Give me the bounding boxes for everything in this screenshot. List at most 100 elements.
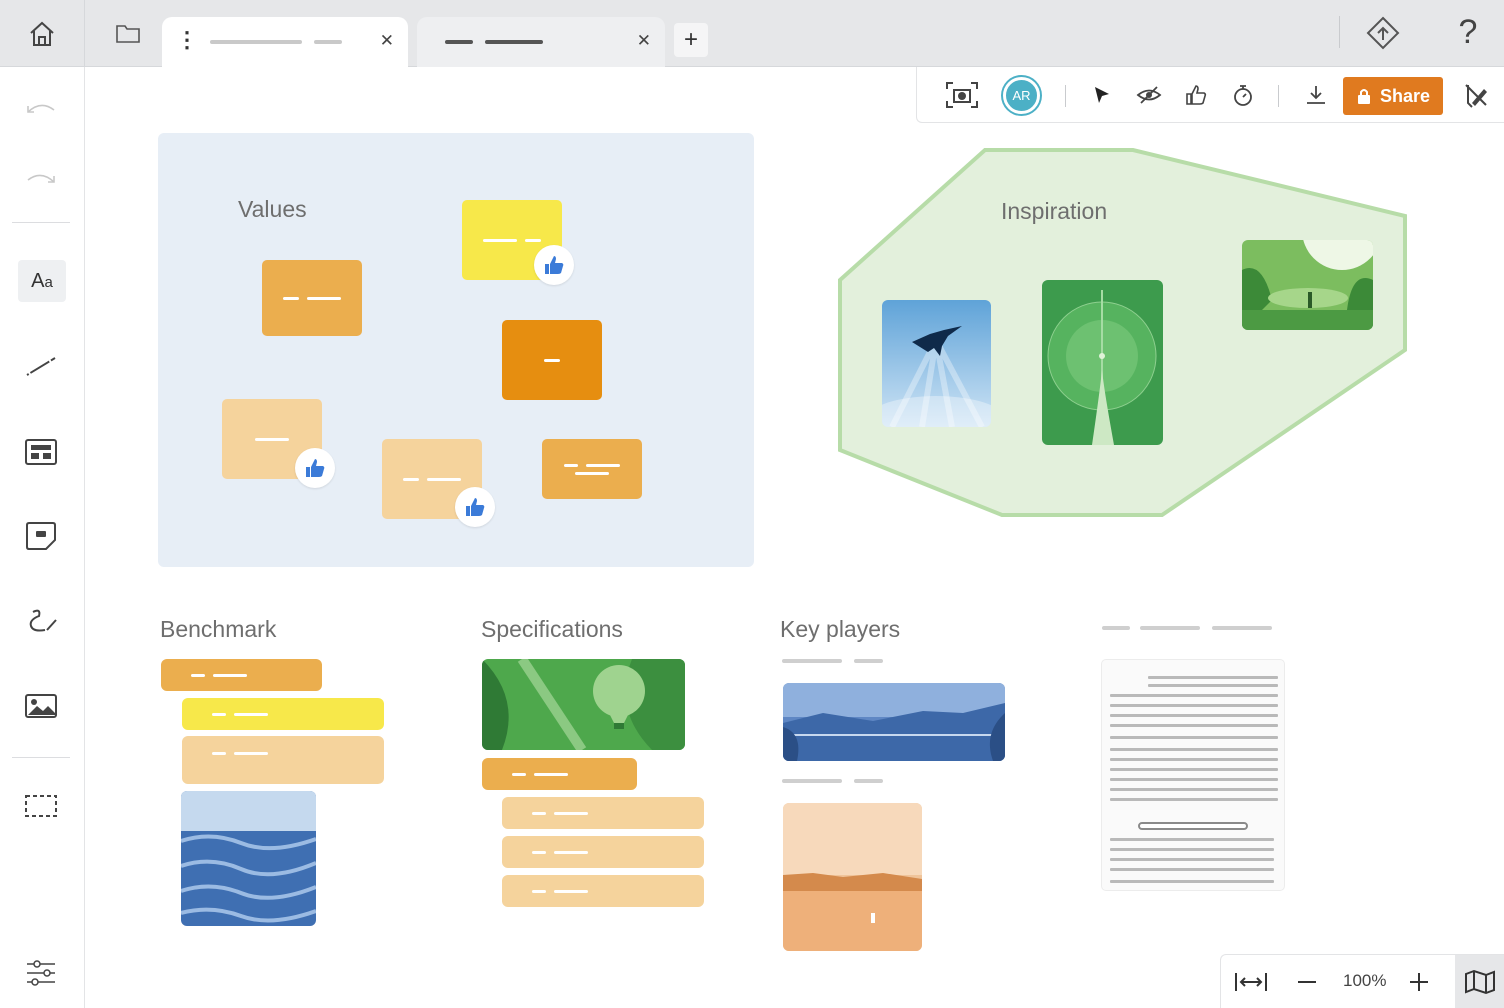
text-placeholder bbox=[1140, 626, 1200, 630]
settings-sliders-icon bbox=[27, 960, 55, 986]
screenshot-button[interactable] bbox=[944, 77, 980, 113]
divider bbox=[1278, 85, 1279, 107]
zoom-out-button[interactable] bbox=[1289, 964, 1325, 1000]
image-cliff-landscape[interactable] bbox=[1242, 240, 1373, 330]
zoom-in-button[interactable] bbox=[1401, 964, 1437, 1000]
divider bbox=[1065, 85, 1066, 107]
like-badge[interactable] bbox=[455, 487, 495, 527]
like-badge[interactable] bbox=[295, 448, 335, 488]
timer-button[interactable] bbox=[1225, 77, 1261, 113]
image-compass-tree[interactable] bbox=[1042, 280, 1163, 445]
zoom-bar: 100% bbox=[1220, 954, 1504, 1008]
benchmark-title: Benchmark bbox=[160, 616, 277, 642]
card-bar[interactable] bbox=[161, 659, 322, 691]
divider bbox=[12, 757, 70, 758]
left-toolbar: Aa bbox=[0, 67, 85, 1008]
like-badge[interactable] bbox=[534, 245, 574, 285]
text-placeholder bbox=[782, 779, 842, 783]
sticky-note-button[interactable] bbox=[14, 513, 68, 559]
tab-title-placeholder bbox=[485, 40, 543, 44]
card-bar[interactable] bbox=[502, 797, 704, 829]
tab-active[interactable]: ⋮ ✕ bbox=[162, 17, 408, 67]
thumbs-up-icon bbox=[545, 256, 564, 274]
tab-title-placeholder bbox=[445, 40, 473, 44]
image-hot-air-balloon[interactable] bbox=[482, 659, 685, 750]
divider bbox=[1339, 16, 1340, 48]
folder-button[interactable] bbox=[100, 14, 156, 52]
card-bar[interactable] bbox=[182, 698, 384, 730]
lock-icon bbox=[1357, 89, 1370, 104]
board-toolbar: AR Share bbox=[916, 67, 1504, 123]
pointer-icon bbox=[1095, 87, 1109, 103]
text-tool-button[interactable]: Aa bbox=[18, 260, 66, 302]
template-button[interactable] bbox=[14, 429, 68, 475]
text-tool-icon: Aa bbox=[31, 269, 53, 292]
redo-button[interactable] bbox=[14, 155, 68, 201]
image-skydiver[interactable] bbox=[882, 300, 991, 427]
fit-width-icon bbox=[1235, 973, 1267, 991]
timer-icon bbox=[1234, 85, 1252, 106]
home-button[interactable] bbox=[0, 0, 85, 67]
share-button[interactable]: Share bbox=[1343, 77, 1443, 115]
card-bar[interactable] bbox=[502, 875, 704, 907]
screenshot-icon bbox=[946, 82, 978, 108]
minimap-button[interactable] bbox=[1455, 955, 1504, 1008]
vote-button[interactable] bbox=[1178, 77, 1214, 113]
pointer-button[interactable] bbox=[1084, 77, 1120, 113]
zoom-level[interactable]: 100% bbox=[1343, 971, 1386, 991]
text-placeholder bbox=[782, 659, 842, 663]
card-bar[interactable] bbox=[182, 736, 384, 784]
image-blue-lake[interactable] bbox=[783, 683, 1005, 761]
tab-title-placeholder bbox=[314, 40, 342, 44]
image-icon bbox=[25, 694, 57, 718]
help-icon: ? bbox=[1458, 12, 1478, 51]
undo-icon bbox=[27, 104, 55, 113]
text-placeholder bbox=[1102, 626, 1130, 630]
divider bbox=[12, 222, 70, 223]
redo-icon bbox=[27, 174, 55, 183]
settings-button[interactable] bbox=[14, 950, 68, 996]
sticky-note[interactable] bbox=[262, 260, 362, 336]
folder-icon bbox=[116, 25, 140, 43]
tab-menu-icon[interactable]: ⋮ bbox=[176, 29, 198, 51]
pen-tool-button[interactable] bbox=[14, 598, 68, 644]
sticky-note[interactable] bbox=[542, 439, 642, 499]
undo-button[interactable] bbox=[14, 85, 68, 131]
help-button[interactable]: ? bbox=[1450, 10, 1486, 54]
hide-button[interactable] bbox=[1131, 77, 1167, 113]
frame-tool-icon bbox=[25, 795, 57, 817]
close-icon[interactable]: ✕ bbox=[380, 31, 394, 51]
close-icon[interactable]: ✕ bbox=[637, 31, 651, 51]
frame-tool-button[interactable] bbox=[14, 783, 68, 829]
fit-width-button[interactable] bbox=[1233, 964, 1269, 1000]
avatar[interactable]: AR bbox=[1003, 77, 1040, 114]
values-title: Values bbox=[238, 196, 307, 222]
key-players-title: Key players bbox=[780, 616, 901, 642]
zoom-out-icon bbox=[1298, 981, 1316, 983]
download-icon bbox=[1307, 86, 1325, 104]
zoom-in-icon bbox=[1410, 973, 1428, 991]
inspiration-title: Inspiration bbox=[1001, 198, 1108, 224]
text-placeholder bbox=[1212, 626, 1272, 630]
edit-toggle-button[interactable] bbox=[1458, 77, 1494, 113]
card-bar[interactable] bbox=[502, 836, 704, 868]
card-bar[interactable] bbox=[482, 758, 637, 790]
document-preview[interactable] bbox=[1102, 660, 1284, 890]
download-button[interactable] bbox=[1298, 77, 1334, 113]
map-icon bbox=[1465, 969, 1495, 995]
tab-title-placeholder bbox=[210, 40, 302, 44]
home-icon bbox=[30, 21, 54, 46]
thumbs-up-icon bbox=[306, 459, 325, 477]
image-desert[interactable] bbox=[783, 803, 922, 951]
edit-off-icon bbox=[1465, 84, 1487, 108]
new-tab-button[interactable]: + bbox=[674, 23, 708, 57]
pen-tool-icon bbox=[29, 609, 57, 632]
image-ocean-waves[interactable] bbox=[181, 791, 316, 926]
specifications-title: Specifications bbox=[481, 616, 623, 642]
tab-inactive[interactable]: ✕ bbox=[417, 17, 665, 67]
version-history-button[interactable] bbox=[1362, 12, 1404, 54]
image-button[interactable] bbox=[14, 683, 68, 729]
sticky-note[interactable] bbox=[502, 320, 602, 400]
line-tool-button[interactable] bbox=[14, 343, 68, 389]
top-bar: ⋮ ✕ ✕ + ? bbox=[0, 0, 1504, 67]
